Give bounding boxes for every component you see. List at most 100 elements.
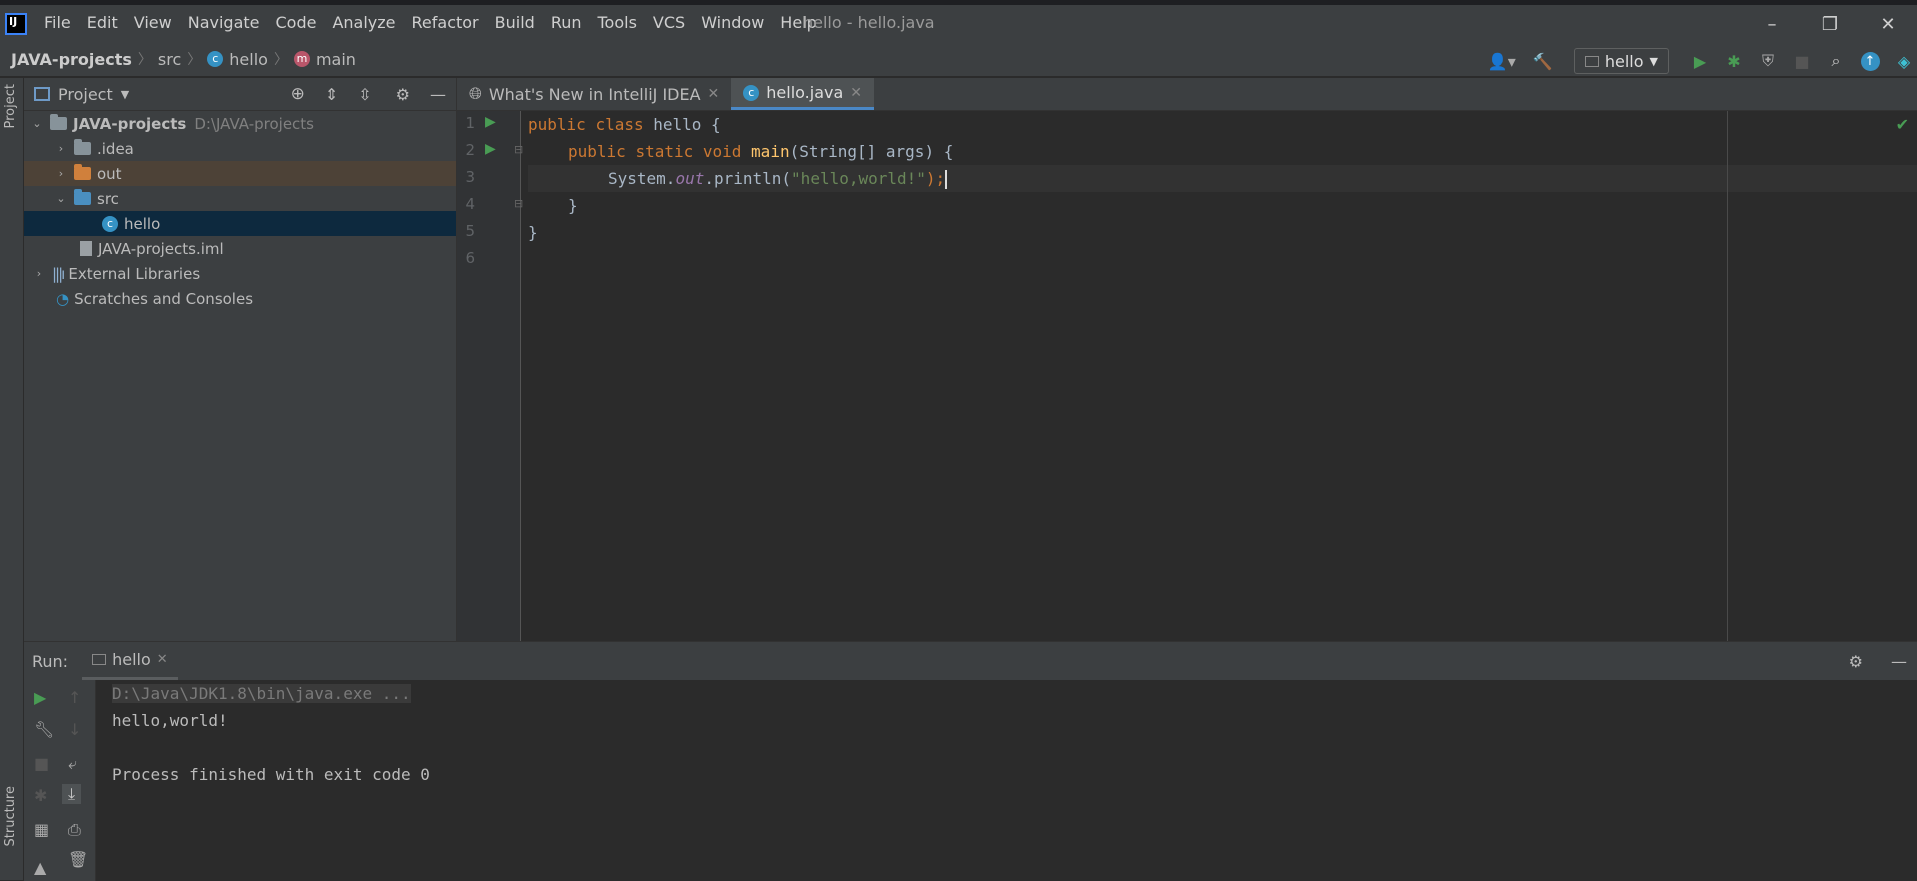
debug-icon[interactable]: ✱ xyxy=(1721,48,1747,74)
gear-icon[interactable]: ⚙ xyxy=(1849,652,1863,671)
close-icon[interactable]: ✕ xyxy=(708,86,720,102)
code-line-5: } xyxy=(528,219,538,246)
soft-wrap-icon[interactable]: ⤶ xyxy=(68,754,77,774)
source-folder-icon xyxy=(74,189,91,205)
rerun-icon[interactable]: ▶ xyxy=(34,688,46,707)
line-number: 5 xyxy=(465,222,475,240)
console-output[interactable]: D:\Java\JDK1.8\bin\java.exe ... hello,wo… xyxy=(112,680,430,788)
gear-icon[interactable]: ⚙ xyxy=(396,85,410,104)
tab-hello-java[interactable]: c hello.java ✕ xyxy=(731,78,875,110)
tree-label: .idea xyxy=(97,139,134,158)
trash-icon[interactable]: 🗑︎ xyxy=(68,850,88,869)
stop-icon[interactable]: ■ xyxy=(34,754,49,773)
menu-run[interactable]: Run xyxy=(543,13,590,32)
layout-icon[interactable]: ▦ xyxy=(34,820,49,839)
hide-icon[interactable]: — xyxy=(1891,652,1907,671)
close-icon[interactable]: ✕ xyxy=(850,85,862,101)
debug-icon[interactable]: ✱ xyxy=(34,786,47,805)
chevron-down-icon[interactable]: ▼ xyxy=(121,88,129,101)
chevron-right-icon[interactable]: › xyxy=(52,142,70,155)
tree-item-iml[interactable]: JAVA-projects.iml xyxy=(24,236,456,261)
console-line: D:\Java\JDK1.8\bin\java.exe ... xyxy=(112,680,430,707)
tree-item-idea[interactable]: › .idea xyxy=(24,136,456,161)
search-icon[interactable]: ⌕ xyxy=(1823,48,1849,74)
config-icon xyxy=(1584,55,1599,67)
menu-analyze[interactable]: Analyze xyxy=(324,13,403,32)
inspection-ok-icon[interactable]: ✔ xyxy=(1896,115,1909,134)
menu-vcs[interactable]: VCS xyxy=(645,13,693,32)
chevron-right-icon[interactable]: › xyxy=(52,167,70,180)
menu-view[interactable]: View xyxy=(126,13,180,32)
expand-all-icon[interactable]: ⇕ xyxy=(325,85,338,104)
excluded-folder-icon xyxy=(74,164,91,180)
wrench-icon[interactable]: 🔧︎ xyxy=(34,720,54,739)
user-icon[interactable]: 👤▾ xyxy=(1482,48,1522,74)
menu-tools[interactable]: Tools xyxy=(590,13,645,32)
structure-tool-tab[interactable]: Structure xyxy=(3,786,18,846)
arrow-up-icon[interactable]: ↑ xyxy=(68,688,81,707)
fold-icon[interactable]: ⊟ xyxy=(514,143,523,156)
run-class-icon[interactable]: ▶ xyxy=(485,114,496,130)
breadcrumb-method[interactable]: main xyxy=(316,50,356,69)
chevron-right-icon: 〉 xyxy=(273,52,288,68)
close-icon[interactable]: ✕ xyxy=(157,652,168,667)
project-panel-title[interactable]: Project xyxy=(58,85,113,104)
breadcrumb-project[interactable]: JAVA-projects xyxy=(11,50,132,69)
locate-icon[interactable]: ⊕ xyxy=(291,84,305,104)
chevron-down-icon[interactable]: ⌄ xyxy=(28,117,46,130)
tree-item-src[interactable]: ⌄ src xyxy=(24,186,456,211)
print-icon[interactable]: ⎙ xyxy=(68,820,81,840)
chevron-right-icon[interactable]: › xyxy=(30,267,48,280)
menu-window[interactable]: Window xyxy=(693,13,772,32)
code-editor[interactable]: public class hello { public static void … xyxy=(528,111,1917,641)
fold-icon[interactable]: ⊟ xyxy=(514,197,523,210)
run-tab-hello[interactable]: hello ✕ xyxy=(82,642,178,680)
run-configuration-select[interactable]: hello ▼ xyxy=(1573,48,1669,74)
menu-build[interactable]: Build xyxy=(487,13,543,32)
tab-whats-new[interactable]: 🌐︎ What's New in IntelliJ IDEA ✕ xyxy=(457,78,731,110)
run-main-icon[interactable]: ▶ xyxy=(485,141,496,157)
menu-navigate[interactable]: Navigate xyxy=(180,13,268,32)
chevron-down-icon[interactable]: ⌄ xyxy=(52,192,70,205)
chevron-right-icon: 〉 xyxy=(137,52,152,68)
editor-area: 🌐︎ What's New in IntelliJ IDEA ✕ c hello… xyxy=(457,78,1917,641)
iml-file-icon xyxy=(80,241,92,256)
main-toolbar: 👤▾ 🔨 hello ▼ ▶ ✱ ⛨ ■ ⌕ ↑ ◈ xyxy=(1482,47,1917,75)
menu-code[interactable]: Code xyxy=(268,13,325,32)
minimize-button[interactable]: – xyxy=(1743,9,1801,41)
line-number: 3 xyxy=(465,168,475,186)
arrow-down-icon[interactable]: ↓ xyxy=(68,720,81,739)
code-line-4: } xyxy=(568,192,578,219)
libraries-icon: |||ı xyxy=(52,264,65,283)
collapse-all-icon[interactable]: ⇳ xyxy=(358,85,371,104)
menu-refactor[interactable]: Refactor xyxy=(404,13,487,32)
navigation-bar: JAVA-projects 〉 src 〉 c hello 〉 m main 👤… xyxy=(0,45,1917,77)
pin-icon[interactable]: ▲ xyxy=(34,858,46,877)
menu-file[interactable]: File xyxy=(36,13,79,32)
run-config-label: hello xyxy=(1604,51,1644,71)
tree-item-java-projects[interactable]: ⌄ JAVA-projects D:\JAVA-projects xyxy=(24,111,456,136)
menu-edit[interactable]: Edit xyxy=(79,13,126,32)
breadcrumb-src[interactable]: src xyxy=(158,50,181,69)
tree-item-scratches[interactable]: ◔ Scratches and Consoles xyxy=(24,286,456,311)
run-icon[interactable]: ▶ xyxy=(1687,48,1713,74)
tree-item-external-libraries[interactable]: › |||ı External Libraries xyxy=(24,261,456,286)
coverage-icon[interactable]: ⛨ xyxy=(1755,48,1781,74)
build-hammer-icon[interactable]: 🔨 xyxy=(1530,48,1556,74)
tab-label: What's New in IntelliJ IDEA xyxy=(488,84,701,104)
close-button[interactable]: ✕ xyxy=(1859,9,1917,41)
hide-icon[interactable]: — xyxy=(430,85,446,104)
restore-button[interactable]: ❐ xyxy=(1801,9,1859,41)
update-icon[interactable]: ↑ xyxy=(1857,48,1883,74)
stop-icon[interactable]: ■ xyxy=(1789,48,1815,74)
chevron-right-icon: 〉 xyxy=(187,52,202,68)
tree-item-hello[interactable]: c hello xyxy=(24,211,456,236)
keyword: void xyxy=(702,142,742,161)
tree-label: JAVA-projects xyxy=(73,114,187,133)
project-tool-tab[interactable]: Project xyxy=(3,84,18,128)
breadcrumb-class[interactable]: hello xyxy=(229,50,268,69)
tree-item-out[interactable]: › out xyxy=(24,161,456,186)
scroll-to-end-icon[interactable]: ⤓ xyxy=(62,784,82,804)
plugin-icon[interactable]: ◈ xyxy=(1891,48,1917,74)
intellij-logo-icon xyxy=(5,13,27,35)
